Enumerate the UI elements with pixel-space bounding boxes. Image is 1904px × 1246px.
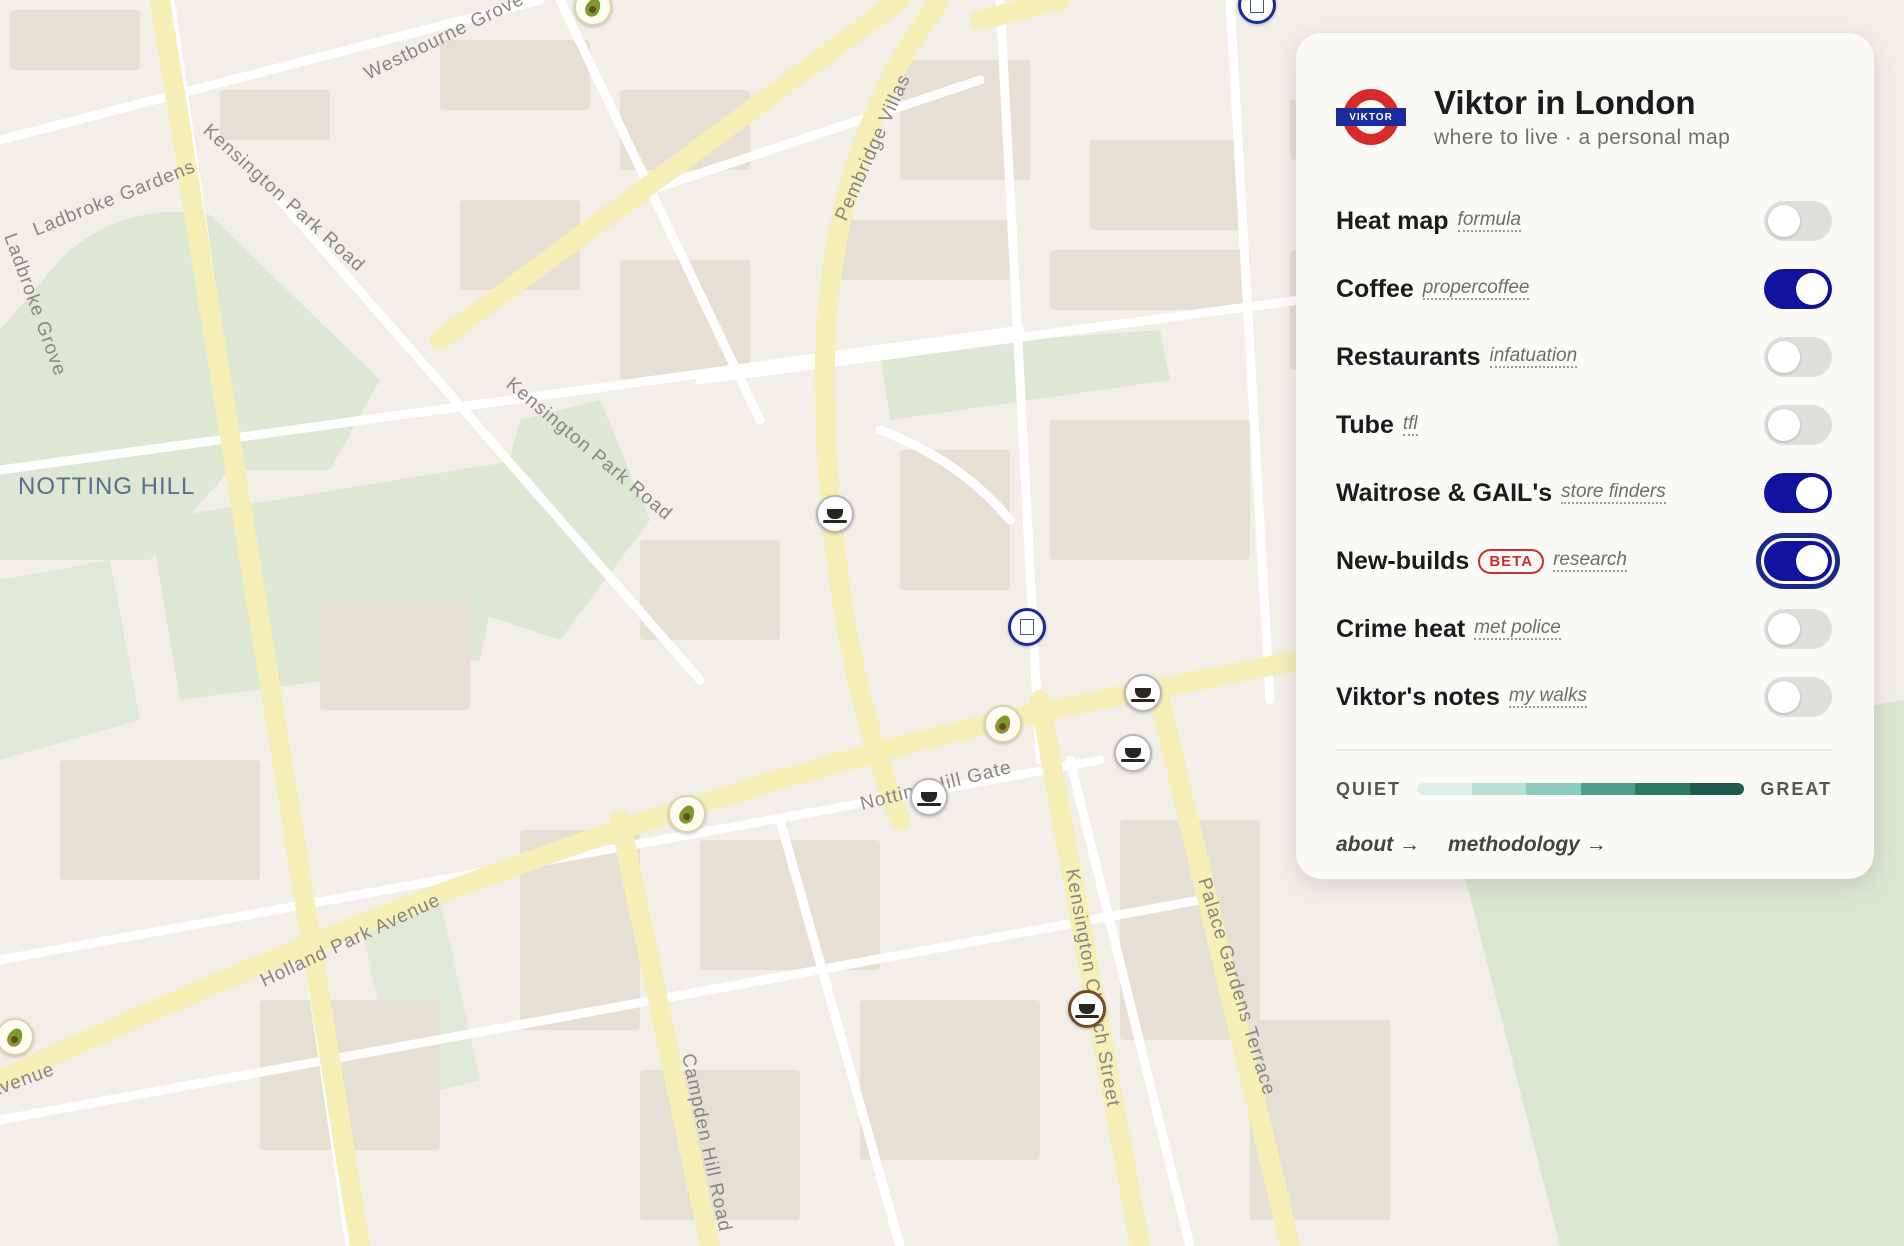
beta-badge: BETA (1478, 548, 1545, 574)
new-build-marker[interactable] (1008, 608, 1046, 646)
avocado-icon (4, 1025, 26, 1049)
layer-source-link[interactable]: research (1553, 550, 1627, 572)
methodology-link[interactable]: methodology → (1448, 833, 1607, 857)
layer-name: Coffee (1336, 274, 1414, 303)
crime-heat-toggle[interactable] (1764, 609, 1832, 649)
waitrose-marker[interactable] (668, 795, 706, 833)
building-icon (1020, 619, 1034, 635)
layer-row-heat-map: Heat map formula (1336, 187, 1832, 255)
legend-color-step (1689, 783, 1745, 795)
panel-header: VIKTOR Viktor in London where to live · … (1336, 77, 1832, 157)
layers-panel: VIKTOR Viktor in London where to live · … (1296, 33, 1874, 879)
divider (1336, 749, 1832, 751)
avocado-icon (992, 712, 1014, 736)
legend-color-step (1526, 783, 1581, 795)
legend-color-scale (1417, 783, 1745, 795)
viktors-notes-toggle[interactable] (1764, 677, 1832, 717)
legend-high-label: GREAT (1760, 778, 1832, 799)
coffee-marker[interactable] (816, 495, 854, 533)
layer-name: Crime heat (1336, 614, 1466, 643)
layer-source-link[interactable]: infatuation (1489, 346, 1578, 368)
legend-color-step (1471, 783, 1527, 795)
layer-source-link[interactable]: my walks (1508, 686, 1587, 708)
layer-row-coffee: Coffee propercoffee (1336, 255, 1832, 323)
layer-source-link[interactable]: store finders (1561, 482, 1666, 504)
layer-name: Tube (1336, 410, 1394, 439)
avocado-icon (676, 802, 698, 826)
avocado-icon (582, 0, 604, 19)
layer-source-link[interactable]: met police (1474, 618, 1561, 640)
layer-name: New-builds (1336, 546, 1470, 575)
roundel-text: VIKTOR (1336, 108, 1406, 126)
layer-list: Heat map formula Coffee propercoffee Res… (1336, 187, 1840, 731)
layer-row-new-builds: New-builds BETA research (1336, 527, 1840, 595)
coffee-toggle[interactable] (1764, 269, 1832, 309)
waitrose-gails-toggle[interactable] (1764, 473, 1832, 513)
layer-row-crime-heat: Crime heat met police (1336, 595, 1832, 663)
restaurants-toggle[interactable] (1764, 337, 1832, 377)
layer-name: Heat map (1336, 206, 1449, 235)
coffee-marker-favourite[interactable] (1068, 990, 1106, 1028)
area-label: NOTTING HILL (18, 473, 195, 500)
building-icon (1250, 0, 1264, 13)
page-title: Viktor in London (1434, 84, 1696, 121)
coffee-cup-icon (1131, 688, 1155, 702)
legend-low-label: QUIET (1336, 778, 1402, 799)
legend-color-step (1417, 783, 1472, 795)
page-subtitle: where to live · a personal map (1434, 126, 1731, 149)
underground-roundel-logo: VIKTOR (1336, 82, 1406, 152)
heat-legend: QUIET GREAT (1336, 767, 1832, 811)
layer-row-restaurants: Restaurants infatuation (1336, 323, 1832, 391)
coffee-marker[interactable] (910, 778, 948, 816)
coffee-cup-icon (1121, 748, 1145, 762)
coffee-marker[interactable] (1114, 734, 1152, 772)
layer-name: Viktor's notes (1336, 682, 1500, 711)
layer-row-viktors-notes: Viktor's notes my walks (1336, 663, 1832, 731)
coffee-cup-icon (917, 792, 941, 806)
footer-links: about → methodology → (1336, 833, 1832, 857)
about-link[interactable]: about → (1336, 833, 1420, 857)
coffee-cup-icon (823, 509, 847, 523)
tube-toggle[interactable] (1764, 405, 1832, 445)
layer-row-tube: Tube tfl (1336, 391, 1832, 459)
layer-name: Restaurants (1336, 342, 1481, 371)
layer-source-link[interactable]: tfl (1402, 414, 1418, 436)
legend-color-step (1635, 783, 1690, 795)
layer-source-link[interactable]: formula (1457, 210, 1521, 232)
waitrose-marker[interactable] (984, 705, 1022, 743)
legend-color-step (1580, 783, 1636, 795)
layer-name: Waitrose & GAIL's (1336, 478, 1553, 507)
coffee-marker[interactable] (1124, 674, 1162, 712)
new-builds-toggle[interactable] (1756, 533, 1840, 589)
coffee-cup-icon (1075, 1004, 1099, 1018)
layer-source-link[interactable]: propercoffee (1422, 278, 1530, 300)
layer-row-waitrose-gails: Waitrose & GAIL's store finders (1336, 459, 1832, 527)
heat-map-toggle[interactable] (1764, 201, 1832, 241)
